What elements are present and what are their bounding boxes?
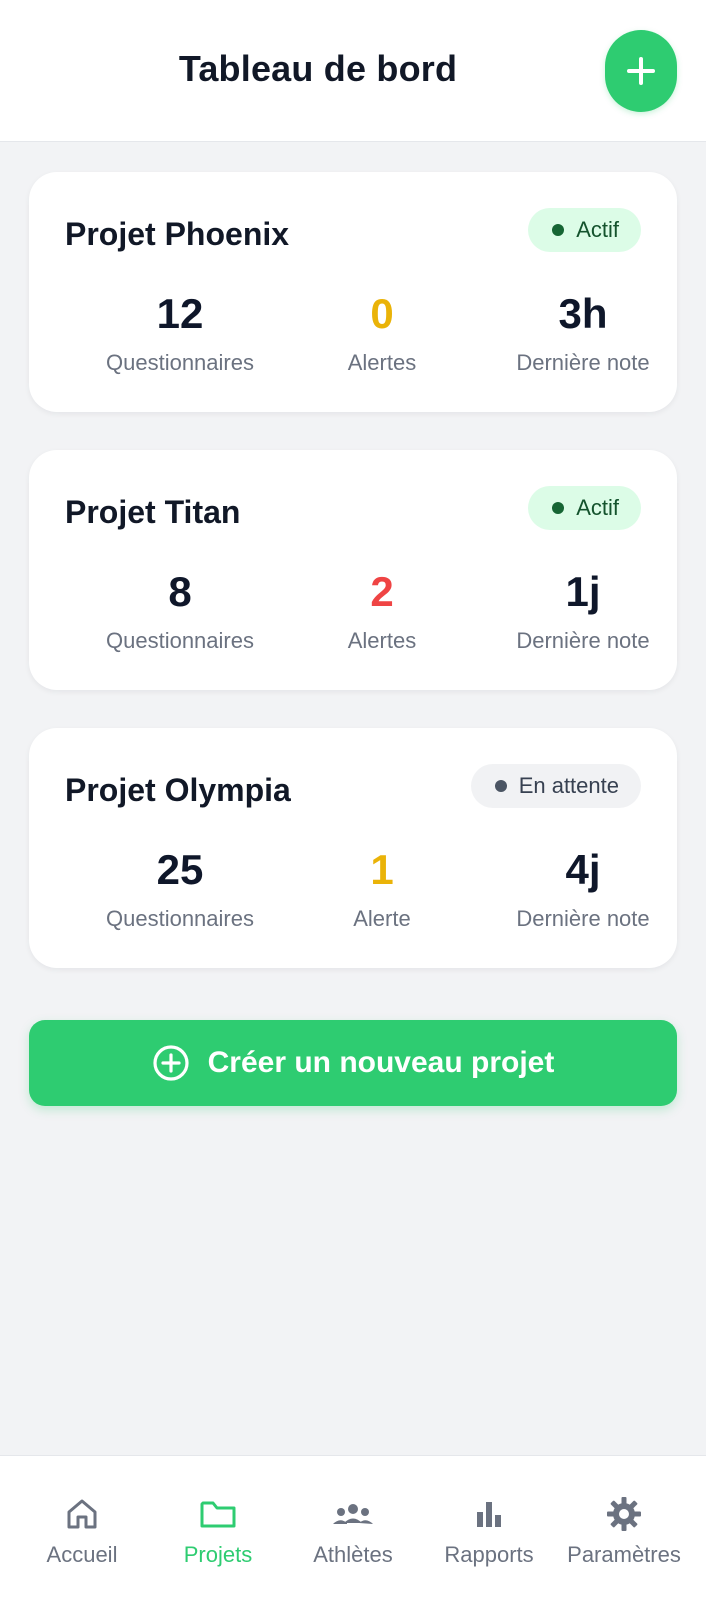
nav-label: Accueil [46,1542,118,1567]
project-name: Projet Olympia [65,772,291,808]
stat-last-note: 1j Dernière note [483,570,683,654]
nav-item-rapports[interactable]: Rapports [419,1494,559,1568]
stat-value: 1 [370,846,394,893]
stat-value: 1j [565,568,601,615]
nav-label: Athlètes [313,1542,393,1567]
stat-label: Questionnaires [106,906,254,931]
status-badge: Actif [528,486,641,530]
stat-last-note: 4j Dernière note [483,848,683,932]
nav-item-accueil[interactable]: Accueil [12,1494,152,1568]
nav-item-projets[interactable]: Projets [148,1494,288,1568]
project-card-titan[interactable]: Projet Titan Actif 8 Questionnaires 2 Al… [29,450,677,690]
stat-alerts: 1 Alerte [282,848,482,932]
users-icon [333,1504,373,1524]
stat-value: 25 [156,846,204,893]
nav-item-parametres[interactable]: Paramètres [554,1494,694,1568]
stat-alerts: 0 Alertes [282,292,482,376]
stat-questionnaires: 25 Questionnaires [80,848,280,932]
nav-item-athletes[interactable]: Athlètes [283,1494,423,1568]
app: Tableau de bord Projet Phoenix Actif 12 … [0,0,706,1600]
gear-icon [607,1497,641,1531]
stat-value: 4j [565,846,601,893]
bar-chart-icon [477,1502,501,1527]
plus-icon [627,57,655,85]
stat-value: 0 [370,290,394,337]
status-dot-icon [552,502,565,514]
page-title: Tableau de bord [178,48,458,89]
create-project-label: Créer un nouveau projet [207,1046,555,1079]
stat-label: Alertes [347,628,417,653]
nav-label: Paramètres [567,1542,681,1567]
nav-label: Rapports [444,1542,534,1567]
home-icon [67,1499,97,1529]
project-card-olympia[interactable]: Projet Olympia En attente 25 Questionnai… [29,728,677,968]
stat-label: Alerte [353,906,411,931]
create-project-button[interactable]: Créer un nouveau projet [29,1020,677,1106]
plus-circle-icon [153,1045,189,1081]
folder-icon [200,1501,236,1528]
project-card-phoenix[interactable]: Projet Phoenix Actif 12 Questionnaires 0… [29,172,677,412]
stat-last-note: 3h Dernière note [483,292,683,376]
status-label: En attente [518,773,619,798]
stat-value: 12 [156,290,204,337]
stat-alerts: 2 Alertes [282,570,482,654]
add-project-button[interactable] [605,30,677,112]
stat-questionnaires: 8 Questionnaires [80,570,280,654]
status-badge: Actif [528,208,641,252]
stat-value: 2 [370,568,394,615]
status-badge: En attente [470,764,641,808]
bottom-navigation: Accueil Projets Athlètes Rapports Paramè… [0,1455,706,1600]
stat-value: 3h [558,290,608,337]
stat-label: Questionnaires [106,350,254,375]
status-dot-icon [494,780,507,792]
status-dot-icon [552,224,565,236]
top-app-bar: Tableau de bord [0,0,706,142]
stat-label: Alertes [347,350,417,375]
status-label: Actif [576,495,619,520]
stat-label: Dernière note [516,628,650,653]
nav-label: Projets [183,1542,253,1567]
stat-label: Dernière note [516,906,650,931]
project-name: Projet Titan [65,494,241,530]
stat-label: Questionnaires [106,628,254,653]
stat-label: Dernière note [516,350,650,375]
status-label: Actif [576,217,619,242]
project-name: Projet Phoenix [65,216,290,252]
stat-questionnaires: 12 Questionnaires [80,292,280,376]
stat-value: 8 [168,568,192,615]
